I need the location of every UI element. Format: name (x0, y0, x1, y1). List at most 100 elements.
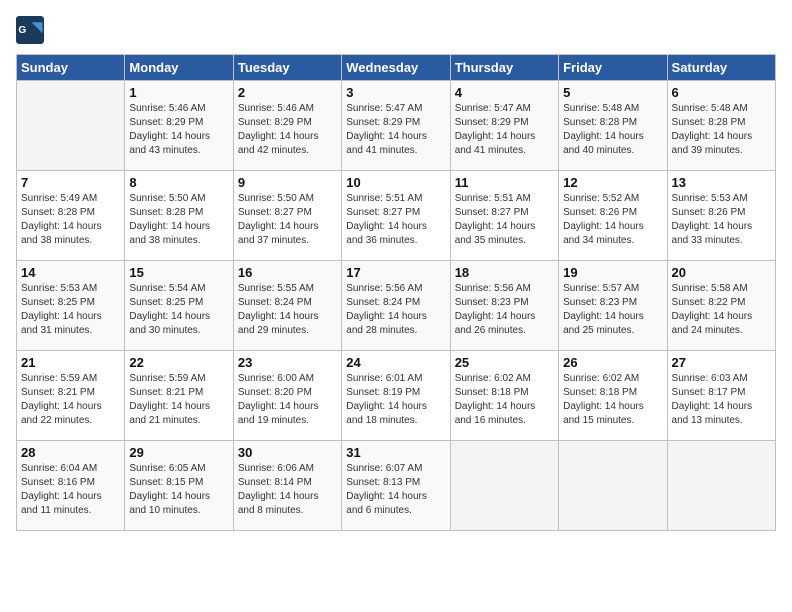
day-number: 14 (21, 265, 120, 280)
day-info: Sunrise: 5:47 AMSunset: 8:29 PMDaylight:… (455, 102, 554, 158)
day-number: 20 (672, 265, 771, 280)
day-info: Sunrise: 5:53 AMSunset: 8:25 PMDaylight:… (21, 282, 120, 338)
calendar-cell: 11 Sunrise: 5:51 AMSunset: 8:27 PMDayligh… (450, 171, 558, 261)
day-number: 18 (455, 265, 554, 280)
day-info: Sunrise: 5:57 AMSunset: 8:23 PMDaylight:… (563, 282, 662, 338)
calendar-cell: 22Sunrise: 5:59 AMSunset: 8:21 PMDayligh… (125, 351, 233, 441)
calendar-cell: 27Sunrise: 6:03 AMSunset: 8:17 PMDayligh… (667, 351, 775, 441)
day-number: 6 (672, 85, 771, 100)
day-number: 11 (455, 175, 554, 190)
day-number: 19 (563, 265, 662, 280)
day-info: Sunrise: 5:54 AMSunset: 8:25 PMDaylight:… (129, 282, 228, 338)
day-info: Sunrise: 6:02 AMSunset: 8:18 PMDaylight:… (563, 372, 662, 428)
weekday-header: Monday (125, 55, 233, 81)
day-number: 28 (21, 445, 120, 460)
weekday-header-row: SundayMondayTuesdayWednesdayThursdayFrid… (17, 55, 776, 81)
weekday-header: Saturday (667, 55, 775, 81)
calendar-cell: 28Sunrise: 6:04 AMSunset: 8:16 PMDayligh… (17, 441, 125, 531)
calendar-cell: 24 Sunrise: 6:01 AMSunset: 8:19 PMDayligh… (342, 351, 450, 441)
day-number: 12 (563, 175, 662, 190)
day-number: 29 (129, 445, 228, 460)
day-info: Sunrise: 5:59 AMSunset: 8:21 PMDaylight:… (21, 372, 120, 428)
day-info: Sunrise: 5:49 AMSunset: 8:28 PMDaylight:… (21, 192, 120, 248)
calendar-cell: 2 Sunrise: 5:46 AMSunset: 8:29 PMDaylight… (233, 81, 341, 171)
day-number: 24 (346, 355, 445, 370)
page-header: G (16, 16, 776, 44)
day-info: Sunrise: 5:48 AMSunset: 8:28 PMDaylight:… (563, 102, 662, 158)
day-info: Sunrise: 5:51 AMSunset: 8:27 PMDaylight:… (455, 192, 554, 248)
calendar-cell: 1Sunrise: 5:46 AMSunset: 8:29 PMDaylight… (125, 81, 233, 171)
calendar-cell: 14 Sunrise: 5:53 AMSunset: 8:25 PMDayligh… (17, 261, 125, 351)
calendar-cell: 5 Sunrise: 5:48 AMSunset: 8:28 PMDaylight… (559, 81, 667, 171)
calendar-table: SundayMondayTuesdayWednesdayThursdayFrid… (16, 54, 776, 531)
calendar-cell: 29Sunrise: 6:05 AMSunset: 8:15 PMDayligh… (125, 441, 233, 531)
day-number: 26 (563, 355, 662, 370)
day-number: 4 (455, 85, 554, 100)
calendar-cell: 25 Sunrise: 6:02 AMSunset: 8:18 PMDayligh… (450, 351, 558, 441)
day-number: 31 (346, 445, 445, 460)
day-number: 25 (455, 355, 554, 370)
day-info: Sunrise: 6:07 AMSunset: 8:13 PMDaylight:… (346, 462, 445, 518)
day-info: Sunrise: 6:02 AMSunset: 8:18 PMDaylight:… (455, 372, 554, 428)
day-number: 30 (238, 445, 337, 460)
calendar-cell: 30 Sunrise: 6:06 AMSunset: 8:14 PMDayligh… (233, 441, 341, 531)
day-number: 23 (238, 355, 337, 370)
day-info: Sunrise: 6:01 AMSunset: 8:19 PMDaylight:… (346, 372, 445, 428)
calendar-cell: 13 Sunrise: 5:53 AMSunset: 8:26 PMDayligh… (667, 171, 775, 261)
day-number: 8 (129, 175, 228, 190)
day-info: Sunrise: 6:00 AMSunset: 8:20 PMDaylight:… (238, 372, 337, 428)
day-info: Sunrise: 5:56 AMSunset: 8:24 PMDaylight:… (346, 282, 445, 338)
calendar-cell: 16Sunrise: 5:55 AMSunset: 8:24 PMDayligh… (233, 261, 341, 351)
day-info: Sunrise: 5:51 AMSunset: 8:27 PMDaylight:… (346, 192, 445, 248)
calendar-cell: 8 Sunrise: 5:50 AMSunset: 8:28 PMDaylight… (125, 171, 233, 261)
day-number: 3 (346, 85, 445, 100)
day-info: Sunrise: 5:50 AMSunset: 8:27 PMDaylight:… (238, 192, 337, 248)
day-number: 9 (238, 175, 337, 190)
weekday-header: Sunday (17, 55, 125, 81)
calendar-cell: 31 Sunrise: 6:07 AMSunset: 8:13 PMDayligh… (342, 441, 450, 531)
calendar-cell: 7 Sunrise: 5:49 AMSunset: 8:28 PMDaylight… (17, 171, 125, 261)
calendar-cell: 20 Sunrise: 5:58 AMSunset: 8:22 PMDayligh… (667, 261, 775, 351)
weekday-header: Wednesday (342, 55, 450, 81)
calendar-week-row: 7 Sunrise: 5:49 AMSunset: 8:28 PMDaylight… (17, 171, 776, 261)
day-number: 7 (21, 175, 120, 190)
calendar-week-row: 14 Sunrise: 5:53 AMSunset: 8:25 PMDayligh… (17, 261, 776, 351)
calendar-cell: 10 Sunrise: 5:51 AMSunset: 8:27 PMDayligh… (342, 171, 450, 261)
calendar-cell: 21 Sunrise: 5:59 AMSunset: 8:21 PMDayligh… (17, 351, 125, 441)
day-info: Sunrise: 5:53 AMSunset: 8:26 PMDaylight:… (672, 192, 771, 248)
calendar-cell: 15 Sunrise: 5:54 AMSunset: 8:25 PMDayligh… (125, 261, 233, 351)
day-info: Sunrise: 5:47 AMSunset: 8:29 PMDaylight:… (346, 102, 445, 158)
day-info: Sunrise: 5:50 AMSunset: 8:28 PMDaylight:… (129, 192, 228, 248)
day-info: Sunrise: 5:52 AMSunset: 8:26 PMDaylight:… (563, 192, 662, 248)
day-number: 10 (346, 175, 445, 190)
logo: G (16, 16, 48, 44)
weekday-header: Thursday (450, 55, 558, 81)
day-number: 15 (129, 265, 228, 280)
day-info: Sunrise: 5:48 AMSunset: 8:28 PMDaylight:… (672, 102, 771, 158)
weekday-header: Tuesday (233, 55, 341, 81)
day-number: 2 (238, 85, 337, 100)
calendar-cell: 19 Sunrise: 5:57 AMSunset: 8:23 PMDayligh… (559, 261, 667, 351)
svg-text:G: G (18, 25, 26, 36)
logo-icon: G (16, 16, 44, 44)
day-info: Sunrise: 6:03 AMSunset: 8:17 PMDaylight:… (672, 372, 771, 428)
day-number: 5 (563, 85, 662, 100)
calendar-cell: 4 Sunrise: 5:47 AMSunset: 8:29 PMDaylight… (450, 81, 558, 171)
day-number: 16 (238, 265, 337, 280)
calendar-week-row: 21 Sunrise: 5:59 AMSunset: 8:21 PMDayligh… (17, 351, 776, 441)
day-info: Sunrise: 5:46 AMSunset: 8:29 PMDaylight:… (238, 102, 337, 158)
calendar-cell: 9 Sunrise: 5:50 AMSunset: 8:27 PMDaylight… (233, 171, 341, 261)
day-number: 13 (672, 175, 771, 190)
day-number: 21 (21, 355, 120, 370)
day-info: Sunrise: 5:58 AMSunset: 8:22 PMDaylight:… (672, 282, 771, 338)
calendar-week-row: 1Sunrise: 5:46 AMSunset: 8:29 PMDaylight… (17, 81, 776, 171)
calendar-cell: 17Sunrise: 5:56 AMSunset: 8:24 PMDayligh… (342, 261, 450, 351)
calendar-cell: 6 Sunrise: 5:48 AMSunset: 8:28 PMDaylight… (667, 81, 775, 171)
calendar-cell: 26 Sunrise: 6:02 AMSunset: 8:18 PMDayligh… (559, 351, 667, 441)
day-info: Sunrise: 5:56 AMSunset: 8:23 PMDaylight:… (455, 282, 554, 338)
day-info: Sunrise: 6:06 AMSunset: 8:14 PMDaylight:… (238, 462, 337, 518)
calendar-cell: 12 Sunrise: 5:52 AMSunset: 8:26 PMDayligh… (559, 171, 667, 261)
calendar-cell: 18 Sunrise: 5:56 AMSunset: 8:23 PMDayligh… (450, 261, 558, 351)
day-number: 22 (129, 355, 228, 370)
calendar-cell: 23 Sunrise: 6:00 AMSunset: 8:20 PMDayligh… (233, 351, 341, 441)
